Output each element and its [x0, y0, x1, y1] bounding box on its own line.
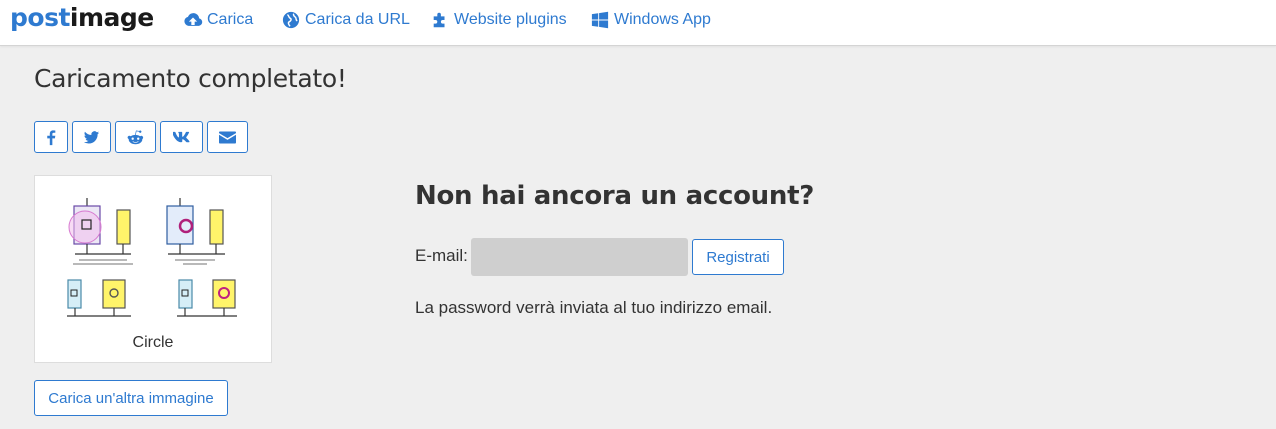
nav-upload-label: Carica: [207, 11, 254, 28]
nav-website-plugins-label: Website plugins: [454, 11, 567, 28]
nav-website-plugins[interactable]: Website plugins: [430, 10, 567, 30]
windows-icon: [591, 11, 609, 29]
puzzle-icon: [433, 12, 445, 28]
share-twitter-button[interactable]: [72, 121, 111, 153]
share-reddit-button[interactable]: [115, 121, 156, 153]
nav-upload[interactable]: Carica: [183, 10, 253, 30]
uploaded-image-card[interactable]: Circle: [34, 175, 272, 363]
page-title: Caricamento completato!: [34, 64, 347, 93]
signup-title: Non hai ancora un account?: [415, 181, 814, 211]
image-caption: Circle: [132, 334, 174, 351]
top-navbar: postimage Carica Carica da URL Website p…: [0, 0, 1276, 46]
postimage-logo[interactable]: postimage: [10, 3, 154, 33]
vk-icon: [173, 131, 190, 142]
email-field[interactable]: [471, 238, 688, 276]
nav-upload-url-label: Carica da URL: [305, 11, 410, 28]
nav-windows-app-label: Windows App: [614, 11, 711, 28]
nav-upload-url[interactable]: Carica da URL: [281, 10, 410, 30]
share-email-button[interactable]: [207, 121, 248, 153]
share-vk-button[interactable]: [160, 121, 203, 153]
password-note: La password verrà inviata al tuo indiriz…: [415, 298, 773, 317]
upload-another-button[interactable]: Carica un'altra immagine: [34, 380, 228, 416]
cloud-upload-icon: [184, 13, 203, 26]
register-button[interactable]: Registrati: [692, 239, 784, 275]
email-label: E-mail:: [415, 246, 468, 265]
share-facebook-button[interactable]: [34, 121, 68, 153]
nav-windows-app[interactable]: Windows App: [590, 10, 711, 30]
envelope-icon: [219, 131, 236, 143]
facebook-icon: [46, 129, 55, 145]
logo-part-post: post: [10, 3, 70, 32]
reddit-icon: [127, 129, 144, 144]
logo-part-image: image: [69, 3, 154, 32]
twitter-icon: [83, 130, 100, 144]
globe-icon: [282, 11, 300, 29]
uploaded-image-thumbnail[interactable]: [65, 198, 245, 318]
